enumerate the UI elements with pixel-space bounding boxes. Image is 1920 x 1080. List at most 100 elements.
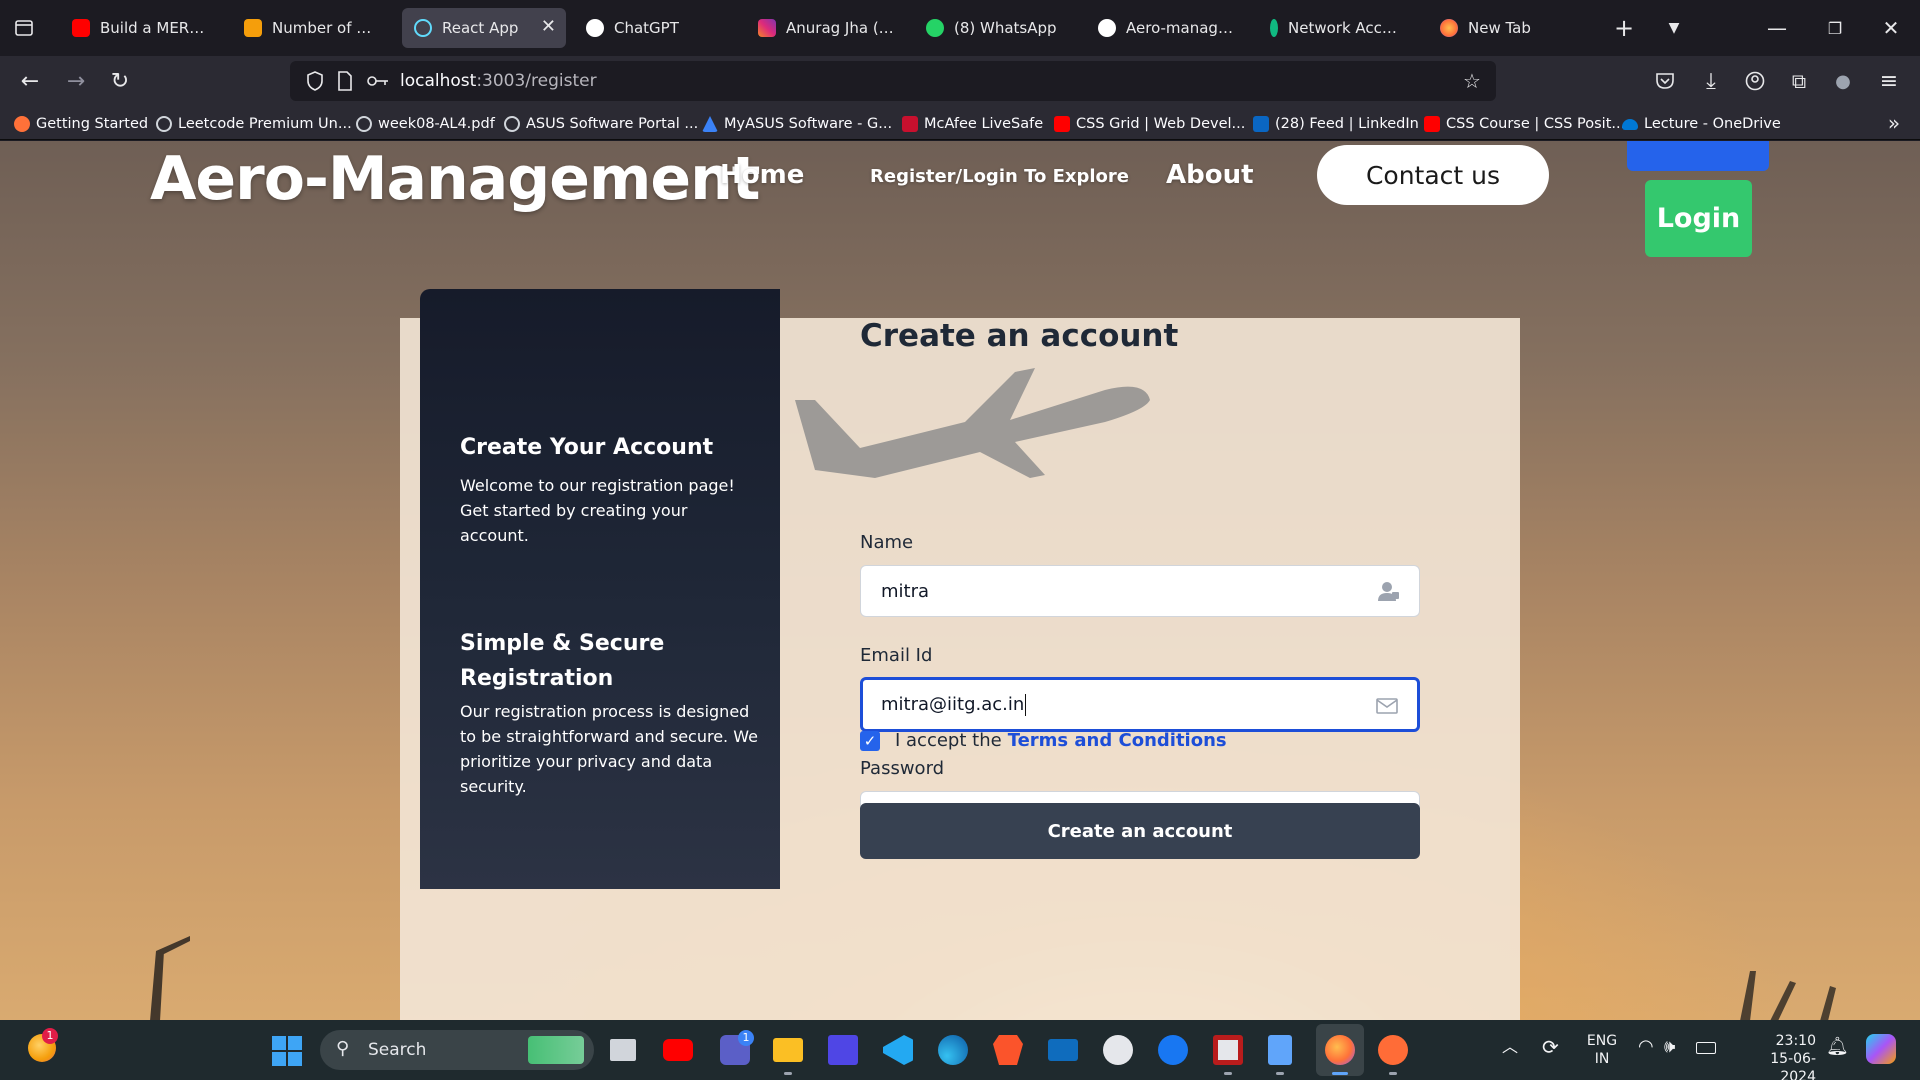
running-indicator <box>1224 1072 1232 1075</box>
tab-title: New Tab <box>1468 19 1531 37</box>
chevron-up-icon[interactable]: ︿ <box>1502 1038 1518 1056</box>
bookmark-item[interactable]: Lecture - OneDrive <box>1622 114 1781 134</box>
bookmark-item[interactable]: CSS Grid | Web Devel... <box>1054 114 1245 134</box>
copilot-icon[interactable] <box>1866 1034 1896 1064</box>
tab-build-mern[interactable]: Build a MERN Rea <box>60 8 220 48</box>
bookmark-label: Leetcode Premium Un... <box>178 116 352 132</box>
bookmark-item[interactable]: (28) Feed | LinkedIn <box>1253 114 1419 134</box>
register-button-partial[interactable] <box>1627 141 1769 171</box>
window-close-icon[interactable]: ✕ <box>1876 14 1906 42</box>
globe-icon <box>356 116 372 132</box>
taskbar-search[interactable]: ⚲ Search <box>320 1030 594 1070</box>
bookmark-label: (28) Feed | LinkedIn <box>1275 116 1419 132</box>
bookmark-item[interactable]: Getting Started <box>14 114 148 134</box>
address-bar[interactable]: localhost:3003/register ☆ <box>290 61 1496 101</box>
url-path: :3003/register <box>476 71 597 91</box>
tab-title: Network Access | <box>1288 19 1406 37</box>
menu-icon[interactable]: ≡ <box>1874 66 1904 96</box>
email-field[interactable]: mitra@iitg.ac.in <box>860 677 1420 732</box>
search-icon: ⚲ <box>336 1038 350 1059</box>
extension-ghost-icon[interactable]: ● <box>1830 66 1856 96</box>
extensions-icon[interactable]: ⧉ <box>1784 66 1814 96</box>
name-label: Name <box>860 532 914 553</box>
email-label: Email Id <box>860 645 933 666</box>
bookmark-item[interactable]: ASUS Software Portal ... <box>504 114 698 134</box>
bookmark-item[interactable]: MyASUS Software - G... <box>702 114 892 134</box>
chevron-right-icon[interactable]: » <box>1882 110 1906 136</box>
app-store-icon[interactable] <box>1213 1035 1243 1065</box>
volume-icon[interactable]: 🕪 <box>1664 1038 1675 1056</box>
bookmark-label: CSS Grid | Web Devel... <box>1076 116 1246 132</box>
close-icon[interactable]: ✕ <box>541 16 556 37</box>
edge-icon[interactable] <box>938 1035 968 1065</box>
chevron-down-icon[interactable]: ▼ <box>1660 14 1688 42</box>
youtube-icon[interactable] <box>663 1039 693 1061</box>
tab-number-of-digit[interactable]: Number of Digit <box>232 8 392 48</box>
info-text-welcome: Welcome to our registration page! Get st… <box>460 476 735 545</box>
brave-icon[interactable] <box>993 1035 1023 1065</box>
tab-whatsapp[interactable]: (8) WhatsApp <box>914 8 1084 48</box>
clock[interactable]: 23:10 15-06-2024 <box>1736 1032 1816 1080</box>
language-indicator[interactable]: ENG IN <box>1580 1032 1624 1068</box>
firefox-icon[interactable] <box>1325 1035 1355 1065</box>
tab-overview-icon[interactable] <box>10 14 38 42</box>
nav-about[interactable]: About <box>1166 160 1254 190</box>
site-logo[interactable]: Aero-Management <box>150 144 760 214</box>
bookmark-item[interactable]: week08-AL4.pdf <box>356 114 495 134</box>
wifi-icon[interactable]: ◠ <box>1638 1038 1654 1056</box>
forward-arrow-icon[interactable]: → <box>60 66 92 96</box>
tab-title: Number of Digit <box>272 19 380 37</box>
sync-icon[interactable]: ⟳ <box>1542 1037 1559 1057</box>
tab-title: Build a MERN Rea <box>100 19 208 37</box>
key-icon[interactable] <box>366 69 390 93</box>
pocket-icon[interactable] <box>1650 66 1680 96</box>
tab-title: React App <box>442 19 519 37</box>
nav-home[interactable]: Home <box>720 160 804 190</box>
tab-react-app[interactable]: React App ✕ <box>402 8 566 48</box>
contact-us-button[interactable]: Contact us <box>1317 145 1549 205</box>
mail-icon[interactable] <box>1048 1039 1078 1061</box>
tab-new-tab[interactable]: New Tab <box>1428 8 1588 48</box>
new-tab-icon[interactable]: + <box>1610 14 1638 42</box>
windows-start-icon[interactable] <box>272 1036 302 1066</box>
notepad-icon[interactable] <box>1268 1035 1292 1065</box>
account-icon[interactable] <box>1740 66 1770 96</box>
vscode-icon[interactable] <box>883 1035 913 1065</box>
tab-network-access[interactable]: Network Access | <box>1258 8 1418 48</box>
tab-chatgpt[interactable]: ChatGPT <box>574 8 734 48</box>
bookmark-item[interactable]: CSS Course | CSS Posit... <box>1424 114 1625 134</box>
xbox-icon[interactable] <box>1103 1035 1133 1065</box>
download-icon[interactable]: ⤓ <box>1696 66 1726 96</box>
nav-register-login[interactable]: Register/Login To Explore <box>870 166 1129 187</box>
restore-icon[interactable]: ❐ <box>1820 14 1850 42</box>
task-view-icon[interactable] <box>610 1039 636 1061</box>
page-icon[interactable] <box>334 69 356 93</box>
facebook-icon[interactable] <box>1158 1035 1188 1065</box>
teams-badge: 1 <box>738 1030 754 1046</box>
bookmark-item[interactable]: Leetcode Premium Un... <box>156 114 352 134</box>
tab-github[interactable]: Aero-managemen <box>1086 8 1246 48</box>
back-arrow-icon[interactable]: ← <box>14 66 46 96</box>
time: 23:10 <box>1775 1033 1816 1049</box>
bell-icon[interactable]: 🔔︎ <box>1826 1038 1849 1056</box>
terms-checkbox[interactable]: ✓ <box>860 731 880 751</box>
crane-silhouette <box>150 936 190 1020</box>
bookmark-item[interactable]: McAfee LiveSafe <box>902 114 1043 134</box>
shield-icon[interactable] <box>304 69 326 93</box>
create-account-button[interactable]: Create an account <box>860 803 1420 859</box>
app-icon[interactable] <box>828 1035 858 1065</box>
info-card: Create Your Account Welcome to our regis… <box>420 289 780 889</box>
name-field[interactable]: mitra <box>860 565 1420 617</box>
file-explorer-icon[interactable] <box>773 1038 803 1062</box>
terms-link[interactable]: Terms and Conditions <box>1008 730 1227 751</box>
envelope-icon <box>1376 698 1398 714</box>
minimize-icon[interactable]: — <box>1762 14 1792 42</box>
battery-icon[interactable] <box>1696 1042 1716 1054</box>
info-heading-secure: Simple & Secure Registration <box>460 631 665 691</box>
navigation-toolbar: ← → ↻ localhost:3003/register ☆ ⤓ ⧉ ● ≡ <box>0 56 1920 106</box>
postman-icon[interactable] <box>1378 1035 1408 1065</box>
tab-instagram[interactable]: Anurag Jha (@anu <box>746 8 906 48</box>
reload-icon[interactable]: ↻ <box>104 66 136 96</box>
bookmark-star-icon[interactable]: ☆ <box>1460 69 1484 93</box>
login-button[interactable]: Login <box>1645 180 1752 257</box>
